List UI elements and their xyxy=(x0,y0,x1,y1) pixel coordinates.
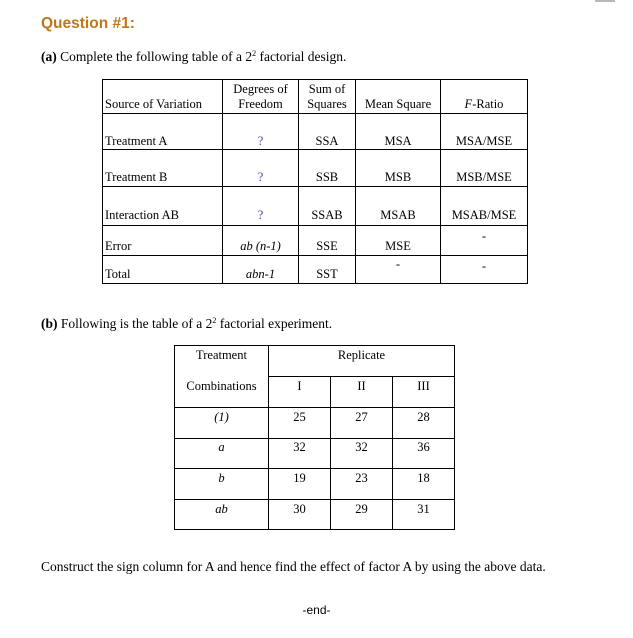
part-b-prompt: (b) Following is the table of a 22 facto… xyxy=(41,316,332,332)
row-value: 27 xyxy=(355,410,368,424)
row-df: ab (n-1) xyxy=(240,239,281,253)
row-ss: SSA xyxy=(315,134,339,148)
row-df: abn-1 xyxy=(245,267,276,281)
header-df-line2: Freedom xyxy=(238,97,283,111)
table-border xyxy=(454,345,455,530)
table-border xyxy=(102,283,528,284)
table-border xyxy=(527,79,528,284)
row-df: ? xyxy=(257,134,264,148)
row-source: Interaction AB xyxy=(105,208,179,222)
table-border xyxy=(102,225,528,226)
row-treatment: (1) xyxy=(214,410,229,424)
row-treatment: a xyxy=(218,440,225,454)
table-border xyxy=(174,438,455,439)
row-f: MSA/MSE xyxy=(455,134,513,148)
table-border xyxy=(102,79,103,284)
part-a-prompt: (a) Complete the following table of a 22… xyxy=(41,49,346,65)
table-border xyxy=(102,149,528,150)
part-a-text-end: factorial design. xyxy=(256,49,347,64)
table-border xyxy=(174,345,455,346)
header-replicate-1: I xyxy=(297,379,302,393)
table-border xyxy=(174,407,455,408)
row-source: Treatment A xyxy=(105,134,168,148)
row-ms: MSAB xyxy=(380,208,416,222)
row-value: 28 xyxy=(417,410,430,424)
header-replicate-2: II xyxy=(357,379,366,393)
row-ms: MSE xyxy=(385,239,411,253)
row-value: 30 xyxy=(293,502,306,516)
row-treatment: b xyxy=(218,471,225,485)
row-ms: MSA xyxy=(384,134,412,148)
window-edge-line xyxy=(595,0,615,2)
row-source: Error xyxy=(105,239,132,253)
row-ms: - xyxy=(395,257,401,271)
header-treatment-line1: Treatment xyxy=(196,348,247,362)
header-f-rest: -Ratio xyxy=(472,97,504,111)
part-a-text: Complete the following table of a 2 xyxy=(56,49,253,64)
row-ss: SSB xyxy=(315,170,339,184)
table-border xyxy=(102,255,528,256)
header-replicate-3: III xyxy=(417,379,430,393)
table-border xyxy=(102,186,528,187)
row-value: 29 xyxy=(355,502,368,516)
part-b-text-end: factorial experiment. xyxy=(216,316,333,331)
anova-table: Source of Variation Degrees of Freedom S… xyxy=(102,79,528,284)
header-replicate: Replicate xyxy=(337,348,386,362)
row-df: ? xyxy=(257,170,264,184)
table-border xyxy=(102,113,528,114)
table-border xyxy=(174,499,455,500)
row-f: MSAB/MSE xyxy=(451,208,517,222)
part-a-label: (a) xyxy=(41,49,57,64)
table-border xyxy=(102,79,528,80)
part-b-text: Following is the table of a 2 xyxy=(57,316,213,331)
row-ss: SSE xyxy=(316,239,338,253)
row-ss: SST xyxy=(316,267,338,281)
row-value: 19 xyxy=(293,471,306,485)
end-marker: -end- xyxy=(302,603,331,617)
instruction-text: Construct the sign column for A and henc… xyxy=(41,559,546,574)
row-ms: MSB xyxy=(384,170,412,184)
header-df-line1: Degrees of xyxy=(233,82,288,96)
header-f-ratio: F-Ratio xyxy=(441,97,527,111)
question-title: Question #1: xyxy=(41,15,135,32)
row-source: Treatment B xyxy=(105,170,168,184)
header-treatment-line2: Combinations xyxy=(186,379,257,393)
row-value: 32 xyxy=(293,440,306,454)
header-ss-line1: Sum of xyxy=(308,82,346,96)
table-border xyxy=(268,376,455,377)
row-f: - xyxy=(481,229,487,243)
table-border xyxy=(174,529,455,530)
header-ss-line2: Squares xyxy=(307,97,347,111)
row-value: 31 xyxy=(417,502,430,516)
row-value: 18 xyxy=(417,471,430,485)
part-b-label: (b) xyxy=(41,316,58,331)
row-f: MSB/MSE xyxy=(456,170,512,184)
row-df: ? xyxy=(257,208,264,222)
row-ss: SSAB xyxy=(311,208,343,222)
header-ms: Mean Square xyxy=(364,97,432,111)
row-value: 36 xyxy=(417,440,430,454)
table-border xyxy=(174,468,455,469)
row-f: - xyxy=(481,259,487,273)
row-source: Total xyxy=(105,267,131,281)
row-value: 23 xyxy=(355,471,368,485)
row-value: 32 xyxy=(355,440,368,454)
row-value: 25 xyxy=(293,410,306,424)
row-treatment: ab xyxy=(215,502,228,516)
header-source: Source of Variation xyxy=(105,97,202,111)
experiment-data-table: Treatment Combinations Replicate I II II… xyxy=(174,345,455,530)
